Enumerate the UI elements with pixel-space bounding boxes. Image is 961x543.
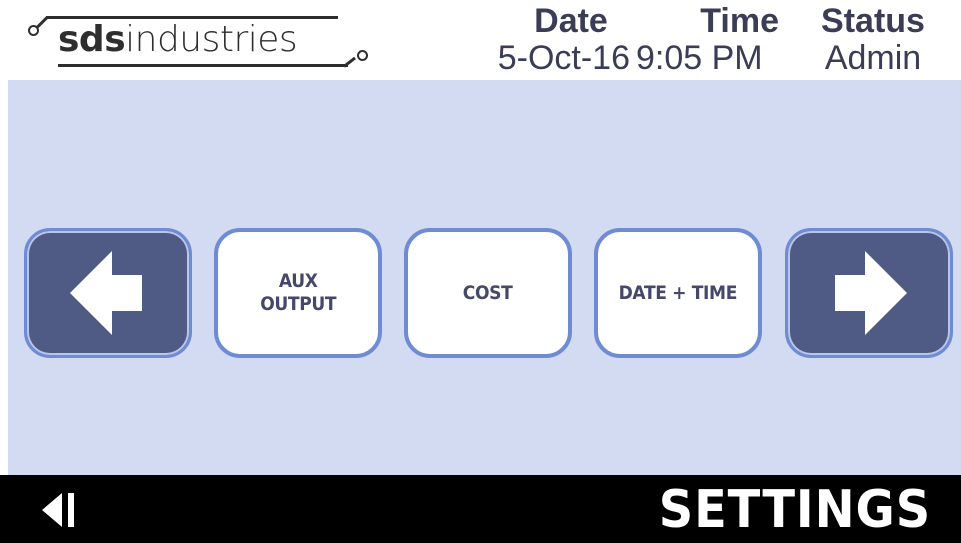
aux-output-button[interactable]: AUX OUTPUT	[214, 228, 382, 358]
page-title: SETTINGS	[658, 480, 931, 540]
next-page-button[interactable]	[785, 228, 953, 358]
back-button[interactable]	[40, 491, 80, 529]
back-triangle-icon	[42, 493, 74, 527]
date-value: 5-Oct-16	[497, 39, 630, 76]
previous-page-button[interactable]	[24, 228, 192, 358]
arrow-right-icon	[835, 251, 907, 335]
sds-industries-logo: sdsindustries	[26, 12, 374, 72]
date-time-label: DATE + TIME	[618, 281, 738, 304]
logo-bottom-connector	[343, 56, 356, 68]
logo-right-node	[357, 50, 368, 61]
aux-output-label: AUX OUTPUT	[259, 270, 337, 315]
time-heading: Time	[700, 2, 779, 40]
date-heading: Date	[534, 2, 608, 40]
logo-wordmark: sdsindustries	[58, 18, 298, 62]
status-heading: Status	[821, 2, 925, 40]
logo-bold-text: sds	[58, 19, 126, 60]
date-time-button[interactable]: DATE + TIME	[594, 228, 762, 358]
cost-button[interactable]: COST	[404, 228, 572, 358]
arrow-left-icon	[70, 251, 142, 335]
logo-bottom-line	[58, 64, 348, 67]
status-value: Admin	[824, 39, 922, 77]
time-value: 9:05 PM	[636, 39, 763, 77]
logo-light-text: industries	[125, 19, 298, 60]
date-column: Date 5-Oct-16	[490, 2, 630, 76]
cost-label: COST	[463, 281, 513, 304]
settings-panel: AUX OUTPUT COST DATE + TIME	[8, 80, 961, 475]
time-column: Time 9:05 PM	[630, 2, 785, 76]
logo-left-node	[28, 25, 39, 36]
footer-bar: SETTINGS	[0, 475, 961, 543]
status-column: Status Admin	[808, 2, 938, 76]
header-bar: sdsindustries Date 5-Oct-16 Time 9:05 PM…	[0, 0, 961, 80]
